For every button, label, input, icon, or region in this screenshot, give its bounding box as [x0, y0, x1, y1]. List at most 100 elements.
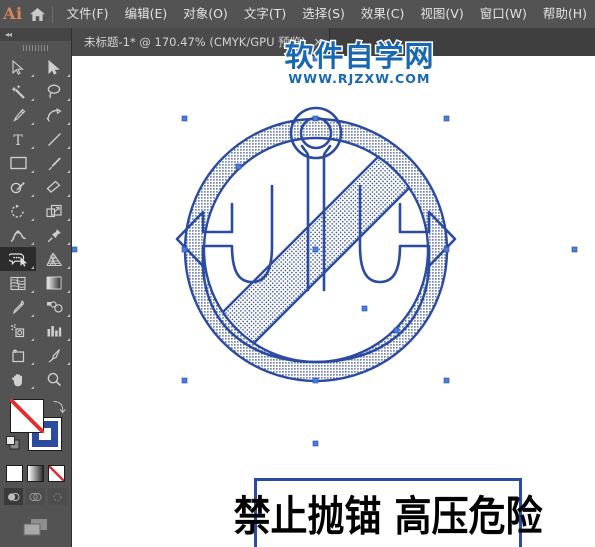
shape-builder-tool[interactable] [0, 247, 36, 271]
rectangle-tool[interactable] [0, 151, 36, 175]
color-mode-button[interactable] [6, 465, 23, 482]
width-tool[interactable] [0, 223, 36, 247]
fill-stroke-swatches: ⤵ [0, 395, 72, 463]
menu-view[interactable]: 视图(V) [412, 3, 471, 25]
draw-inside-button[interactable] [48, 488, 67, 505]
prohibition-ring-fill [72, 56, 595, 547]
tool-flyout-corner [31, 290, 34, 293]
tool-flyout-corner [67, 74, 70, 77]
tool-flyout-corner [67, 290, 70, 293]
change-screen-mode-button[interactable] [0, 517, 71, 537]
menu-bar: Ai 文件(F) 编辑(E) 对象(O) 文字(T) 选择(S) 效果(C) 视… [0, 0, 595, 28]
tool-flyout-corner [67, 98, 70, 101]
tool-flyout-corner [31, 170, 34, 173]
fill-swatch[interactable] [10, 399, 44, 433]
menu-type[interactable]: 文字(T) [236, 3, 294, 25]
lasso-tool[interactable] [36, 79, 72, 103]
blend-tool[interactable] [36, 295, 72, 319]
tool-flyout-corner [31, 266, 34, 269]
column-graph-tool[interactable] [36, 319, 72, 343]
tool-flyout-corner [31, 146, 34, 149]
no-fill-slash-icon [10, 399, 44, 433]
tool-flyout-corner [31, 98, 34, 101]
tool-flyout-corner [67, 266, 70, 269]
tool-flyout-corner [31, 338, 34, 341]
tool-flyout-corner [67, 170, 70, 173]
curvature-tool[interactable] [36, 103, 72, 127]
tool-flyout-corner [67, 122, 70, 125]
tool-flyout-corner [67, 338, 70, 341]
tool-flyout-corner [67, 362, 70, 365]
tool-flyout-corner [67, 194, 70, 197]
direct-selection-tool[interactable] [36, 55, 72, 79]
no-anchoring-sign-artwork[interactable] [72, 56, 595, 547]
none-mode-button[interactable] [48, 465, 65, 482]
menu-object[interactable]: 对象(O) [175, 3, 236, 25]
menu-help[interactable]: 帮助(H) [535, 3, 595, 25]
tool-flyout-corner [67, 242, 70, 245]
menu-window[interactable]: 窗口(W) [472, 3, 535, 25]
svg-text:T: T [13, 133, 23, 147]
grip-icon [22, 45, 49, 51]
paintbrush-tool[interactable] [36, 151, 72, 175]
eraser-tool[interactable] [36, 175, 72, 199]
slice-tool[interactable] [36, 343, 72, 367]
mesh-tool[interactable] [0, 271, 36, 295]
tool-flyout-corner [31, 74, 34, 77]
eyedropper-tool[interactable] [0, 295, 36, 319]
symbol-sprayer-tool[interactable] [0, 319, 36, 343]
swap-fill-stroke-icon[interactable]: ⤵ [53, 397, 66, 416]
artboard-tool[interactable] [0, 343, 36, 367]
tool-flyout-corner [31, 314, 34, 317]
pen-tool[interactable] [0, 103, 36, 127]
type-tool[interactable]: T [0, 127, 36, 151]
tools-panel: ◂◂ T ⤵ [0, 28, 72, 547]
scale-tool[interactable] [36, 199, 72, 223]
draw-mode-row [0, 488, 71, 505]
shaper-tool[interactable] [0, 175, 36, 199]
gradient-mode-button[interactable] [27, 465, 44, 482]
draw-normal-button[interactable] [4, 488, 23, 505]
chevron-double-left-icon: ◂◂ [5, 29, 12, 39]
menu-effect[interactable]: 效果(C) [353, 3, 412, 25]
fill-mode-row [0, 465, 71, 482]
line-segment-tool[interactable] [36, 127, 72, 151]
perspective-grid-tool[interactable] [36, 247, 72, 271]
document-tab-bar: 未标题-1* @ 170.47% (CMYK/GPU 预览) ✕ [72, 28, 595, 56]
default-fill-stroke-icon[interactable] [6, 435, 20, 450]
panel-drag-handle[interactable] [0, 41, 71, 55]
tool-flyout-corner [31, 218, 34, 221]
menu-select[interactable]: 选择(S) [294, 3, 353, 25]
tool-flyout-corner [67, 218, 70, 221]
menu-edit[interactable]: 编辑(E) [117, 3, 176, 25]
app-logo: Ai [3, 4, 23, 23]
sign-text: 禁止抛锚 高压危险 [233, 491, 543, 541]
draw-behind-button[interactable] [26, 488, 45, 505]
tool-flyout-corner [31, 122, 34, 125]
home-icon[interactable] [26, 0, 50, 28]
document-tab[interactable]: 未标题-1* @ 170.47% (CMYK/GPU 预览) ✕ [72, 28, 330, 56]
selection-tool[interactable] [0, 55, 36, 79]
close-icon[interactable]: ✕ [314, 37, 323, 48]
menu-items: 文件(F) 编辑(E) 对象(O) 文字(T) 选择(S) 效果(C) 视图(V… [59, 3, 595, 25]
menu-file[interactable]: 文件(F) [59, 3, 117, 25]
hand-tool[interactable] [0, 367, 36, 391]
free-transform-tool[interactable] [36, 223, 72, 247]
tool-flyout-corner [67, 314, 70, 317]
artboard-canvas[interactable]: 禁止抛锚 高压危险 [72, 56, 595, 547]
illustrator-window: Ai 文件(F) 编辑(E) 对象(O) 文字(T) 选择(S) 效果(C) 视… [0, 0, 595, 547]
tool-flyout-corner [31, 242, 34, 245]
tool-flyout-corner [67, 146, 70, 149]
tool-grid: T [0, 55, 72, 391]
document-tab-title: 未标题-1* @ 170.47% (CMYK/GPU 预览) [84, 35, 306, 49]
tool-flyout-corner [31, 386, 34, 389]
zoom-tool[interactable] [36, 367, 72, 391]
gradient-tool[interactable] [36, 271, 72, 295]
tool-flyout-corner [31, 362, 34, 365]
magic-wand-tool[interactable] [0, 79, 36, 103]
rotate-tool[interactable] [0, 199, 36, 223]
panel-collapse-button[interactable]: ◂◂ [0, 28, 71, 41]
sign-text-box[interactable]: 禁止抛锚 高压危险 [234, 478, 542, 547]
menu-divider [51, 5, 53, 23]
tool-flyout-corner [31, 194, 34, 197]
